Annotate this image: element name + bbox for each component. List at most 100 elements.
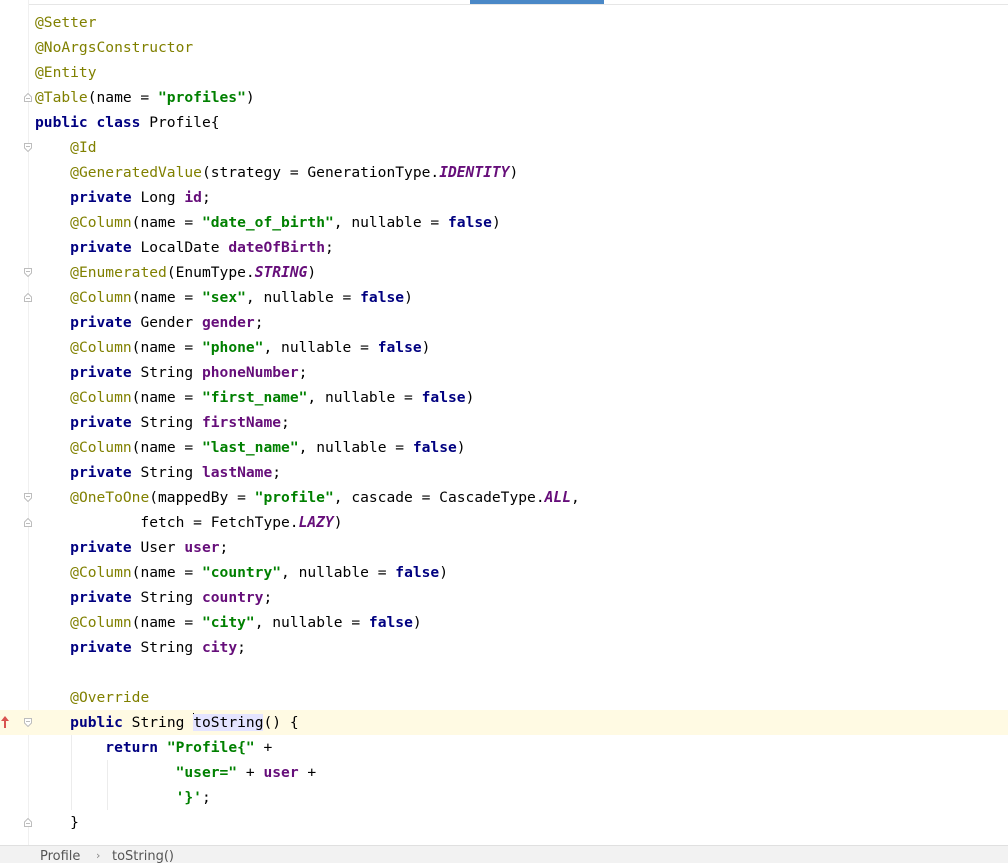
fold-close-icon[interactable] (24, 518, 32, 527)
fold-open-icon[interactable] (24, 143, 32, 152)
code-line[interactable]: @Column(name = "first_name", nullable = … (0, 385, 1008, 410)
code-line[interactable]: private String lastName; (0, 460, 1008, 485)
code-token: Profile{ (149, 114, 220, 131)
code-line-current[interactable]: public String toString() { (0, 710, 1008, 735)
code-line-text: @Setter (35, 10, 97, 35)
code-token: Gender (140, 314, 202, 331)
code-token: , nullable = (263, 339, 378, 356)
indent-guide-return (107, 760, 108, 810)
code-token: @NoArgsConstructor (35, 39, 194, 56)
code-token: @Column (70, 439, 132, 456)
code-line[interactable]: fetch = FetchType.LAZY) (0, 510, 1008, 535)
code-line-text: "user=" + user + (35, 760, 317, 785)
code-token: (mappedBy = (149, 489, 255, 506)
code-token: , (570, 489, 580, 506)
code-token: @OneToOne (70, 489, 150, 506)
code-line[interactable]: @Entity (0, 60, 1008, 85)
code-line[interactable]: } (0, 810, 1008, 835)
code-line[interactable]: @Column(name = "last_name", nullable = f… (0, 435, 1008, 460)
code-line[interactable]: @Id (0, 135, 1008, 160)
code-line-text: '}'; (35, 785, 211, 810)
code-line[interactable]: public class Profile{ (0, 110, 1008, 135)
breadcrumb-item-class[interactable]: Profile (40, 849, 80, 863)
fold-close-icon[interactable] (24, 293, 32, 302)
code-line[interactable]: private Long id; (0, 185, 1008, 210)
code-token: fetch = FetchType. (35, 514, 299, 531)
code-line[interactable]: @Column(name = "sex", nullable = false) (0, 285, 1008, 310)
code-token: ; (201, 789, 211, 806)
code-line[interactable] (0, 660, 1008, 685)
code-token: LAZY (298, 514, 334, 531)
code-token: ) (412, 614, 422, 631)
code-line-text: @Column(name = "date_of_birth", nullable… (35, 210, 501, 235)
code-token: , nullable = (254, 614, 369, 631)
code-token: + (254, 739, 273, 756)
code-token: ) (465, 389, 475, 406)
code-line[interactable]: @Setter (0, 10, 1008, 35)
code-token: @Column (70, 564, 132, 581)
code-line[interactable]: return "Profile{" + (0, 735, 1008, 760)
code-line[interactable]: private String city; (0, 635, 1008, 660)
code-line[interactable]: @Override (0, 685, 1008, 710)
code-token: @Column (70, 289, 132, 306)
fold-open-icon[interactable] (24, 493, 32, 502)
code-token: ALL (544, 489, 571, 506)
code-token: ; (219, 539, 229, 556)
fold-open-icon[interactable] (24, 268, 32, 277)
code-line[interactable]: private String country; (0, 585, 1008, 610)
overrides-method-icon[interactable] (0, 715, 10, 729)
code-line[interactable]: private Gender gender; (0, 310, 1008, 335)
code-line[interactable]: "user=" + user + (0, 760, 1008, 785)
code-token: "last_name" (201, 439, 299, 456)
code-token: false (360, 289, 405, 306)
code-line[interactable]: @OneToOne(mappedBy = "profile", cascade … (0, 485, 1008, 510)
code-token: ) (491, 214, 501, 231)
code-line[interactable]: @Column(name = "date_of_birth", nullable… (0, 210, 1008, 235)
code-token: (name = (131, 214, 202, 231)
code-line-text: @Column(name = "sex", nullable = false) (35, 285, 413, 310)
fold-close-icon[interactable] (24, 93, 32, 102)
code-line-text: @OneToOne(mappedBy = "profile", cascade … (35, 485, 580, 510)
code-token: (name = (131, 389, 202, 406)
code-line-text: private String city; (35, 635, 246, 660)
code-line[interactable]: @Column(name = "city", nullable = false) (0, 610, 1008, 635)
code-editor[interactable]: @Setter @NoArgsConstructor @Entity @Table(n… (0, 0, 1008, 845)
code-line-text: private Gender gender; (35, 310, 263, 335)
code-line-text: @NoArgsConstructor (35, 35, 193, 60)
code-token: , cascade = CascadeType. (333, 489, 545, 506)
code-line-text: @GeneratedValue(strategy = GenerationTyp… (35, 160, 518, 185)
code-line[interactable]: private String firstName; (0, 410, 1008, 435)
code-line[interactable]: @Column(name = "country", nullable = fal… (0, 560, 1008, 585)
code-line[interactable]: @Enumerated(EnumType.STRING) (0, 260, 1008, 285)
code-line-text: @Enumerated(EnumType.STRING) (35, 260, 316, 285)
code-token: false (421, 389, 466, 406)
fold-close-icon[interactable] (24, 818, 32, 827)
code-token: "user=" (175, 764, 238, 781)
code-line[interactable]: '}'; (0, 785, 1008, 810)
code-line[interactable]: private LocalDate dateOfBirth; (0, 235, 1008, 260)
code-token: public (70, 714, 132, 731)
breadcrumb-item-method[interactable]: toString() (112, 849, 174, 863)
code-token: private (70, 314, 141, 331)
horizontal-scroll-thumb[interactable] (470, 0, 604, 4)
code-line[interactable]: @GeneratedValue(strategy = GenerationTyp… (0, 160, 1008, 185)
code-token: lastName (201, 464, 273, 481)
code-token: ; (263, 589, 273, 606)
code-line[interactable]: @NoArgsConstructor (0, 35, 1008, 60)
code-line[interactable]: private User user; (0, 535, 1008, 560)
code-line[interactable]: @Column(name = "phone", nullable = false… (0, 335, 1008, 360)
code-line[interactable]: @Table(name = "profiles") (0, 85, 1008, 110)
code-token: ; (281, 414, 290, 431)
code-line-text: @Column(name = "phone", nullable = false… (35, 335, 430, 360)
code-token: country (201, 589, 264, 606)
code-token: @Entity (35, 64, 97, 81)
code-line[interactable]: private String phoneNumber; (0, 360, 1008, 385)
code-line-text: private String lastName; (35, 460, 281, 485)
fold-open-icon[interactable] (24, 718, 32, 727)
